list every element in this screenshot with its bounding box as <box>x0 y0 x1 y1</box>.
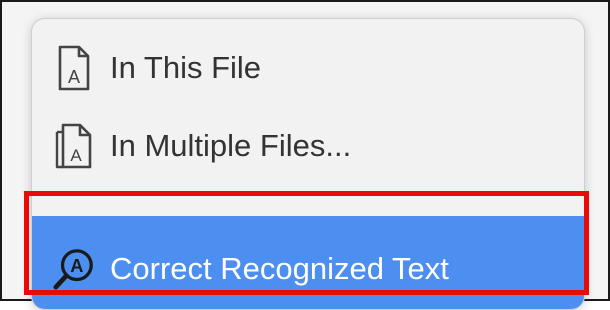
magnifier-a-icon: A <box>52 245 96 293</box>
menu-item-label: In This File <box>110 50 262 85</box>
menu-item-correct-recognized-text[interactable]: A Correct Recognized Text <box>32 216 584 309</box>
document-a-icon: A <box>52 44 96 92</box>
multiple-documents-a-icon: A <box>52 122 96 170</box>
svg-text:A: A <box>68 67 80 87</box>
menu-item-in-multiple-files[interactable]: A In Multiple Files... <box>32 119 584 173</box>
menu-separator <box>50 191 566 192</box>
context-menu: A In This File A In Multiple Files... A <box>31 18 585 310</box>
svg-text:A: A <box>70 146 82 165</box>
menu-item-label: Correct Recognized Text <box>110 251 449 286</box>
menu-item-label: In Multiple Files... <box>110 128 352 163</box>
menu-item-in-this-file[interactable]: A In This File <box>32 41 584 95</box>
svg-text:A: A <box>70 256 83 276</box>
